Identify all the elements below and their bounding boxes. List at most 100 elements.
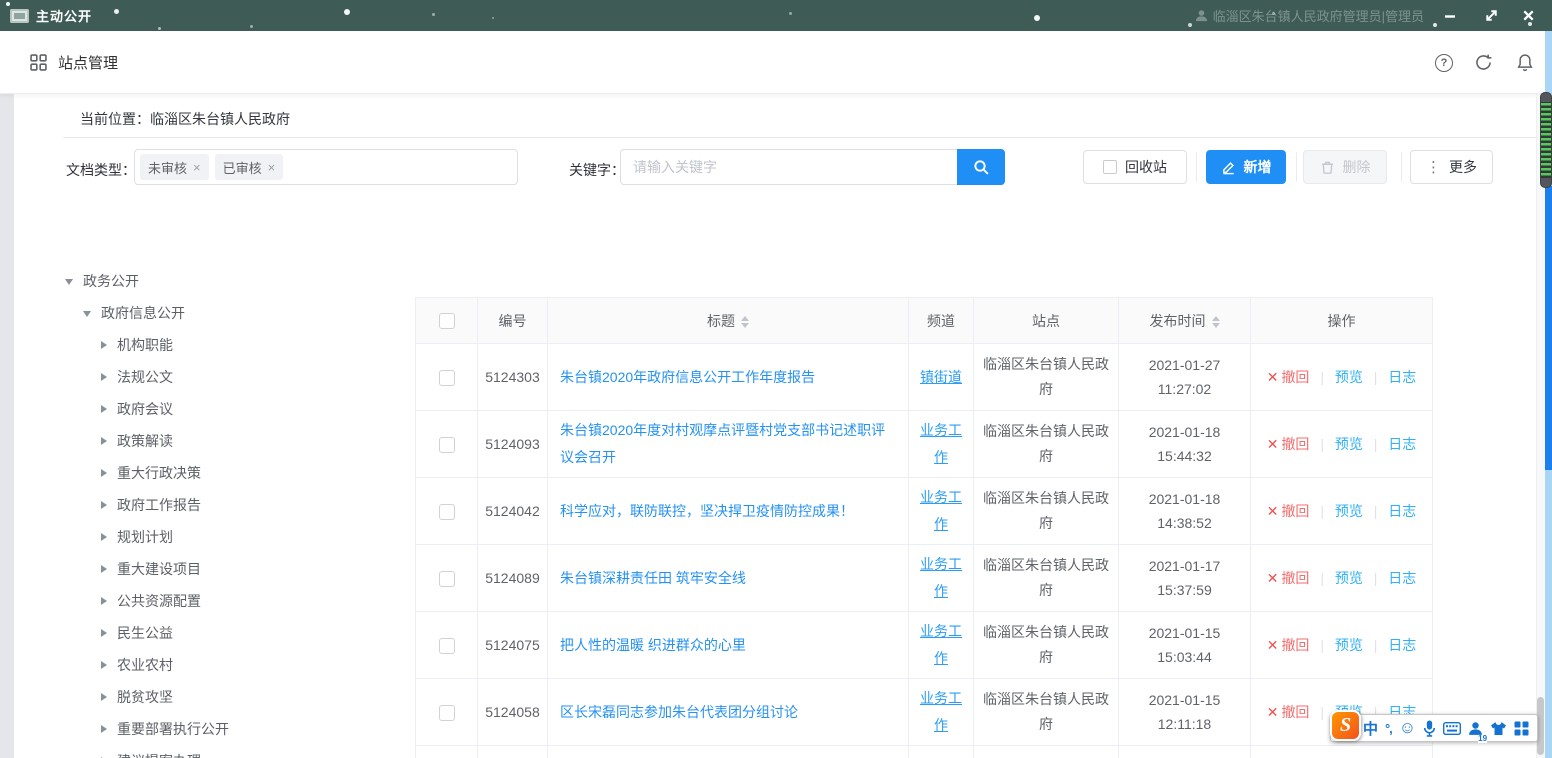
preview-action[interactable]: 预览: [1335, 436, 1363, 452]
sogou-logo-icon[interactable]: S: [1330, 710, 1361, 741]
doc-title-link[interactable]: 朱台镇2020年政府信息公开工作年度报告: [560, 369, 815, 385]
revoke-action[interactable]: ✕撤回: [1267, 570, 1310, 586]
channel-link[interactable]: 业务工作: [920, 690, 962, 733]
chinese-mode-icon[interactable]: 中: [1363, 715, 1378, 741]
keyword-input[interactable]: [620, 149, 958, 185]
skin-icon[interactable]: [1490, 715, 1507, 741]
tree-item[interactable]: 政府信息公开: [63, 297, 408, 329]
tree-expand-icon[interactable]: [83, 311, 91, 317]
doc-title-link[interactable]: 把人性的温暖 织进群众的心里: [560, 637, 746, 653]
preview-action[interactable]: 预览: [1335, 570, 1363, 586]
sort-icon[interactable]: [741, 316, 749, 328]
tree-expand-icon[interactable]: [101, 565, 107, 573]
revoke-action[interactable]: ✕撤回: [1267, 637, 1310, 653]
tree-expand-icon[interactable]: [101, 693, 107, 701]
refresh-button[interactable]: [1466, 31, 1500, 94]
log-action[interactable]: 日志: [1388, 369, 1416, 385]
close-button[interactable]: [1511, 0, 1545, 31]
toolbox-icon[interactable]: [1514, 715, 1529, 741]
notifications-button[interactable]: [1508, 31, 1542, 94]
tree-item[interactable]: 重大建设项目: [63, 553, 408, 585]
tree-item[interactable]: 民生公益: [63, 617, 408, 649]
row-checkbox[interactable]: [439, 370, 455, 386]
tree-expand-icon[interactable]: [101, 405, 107, 413]
nav-site-management[interactable]: 站点管理: [30, 31, 118, 94]
emoji-icon[interactable]: ☺: [1399, 715, 1416, 741]
tree-expand-icon[interactable]: [101, 725, 107, 733]
tree-expand-icon[interactable]: [101, 597, 107, 605]
add-button[interactable]: 新增: [1206, 150, 1286, 184]
punctuation-icon[interactable]: °,: [1385, 715, 1392, 741]
row-checkbox[interactable]: [439, 571, 455, 587]
revoke-action[interactable]: ✕撤回: [1267, 369, 1310, 385]
tree-item-label: 农业农村: [117, 655, 173, 675]
preview-action[interactable]: 预览: [1335, 637, 1363, 653]
doc-title-link[interactable]: 科学应对，联防联控，坚决捍卫疫情防控成果！: [560, 503, 854, 519]
doc-title-link[interactable]: 区长宋磊同志参加朱台代表团分组讨论: [560, 704, 798, 720]
microphone-icon[interactable]: [1423, 715, 1436, 741]
tree-expand-icon[interactable]: [101, 469, 107, 477]
tree-expand-icon[interactable]: [101, 373, 107, 381]
channel-link[interactable]: 镇街道: [920, 369, 962, 385]
tree-item[interactable]: 建议提案办理: [63, 745, 408, 758]
delete-button[interactable]: 删除: [1303, 150, 1387, 184]
tree-item[interactable]: 政策解读: [63, 425, 408, 457]
log-action[interactable]: 日志: [1388, 637, 1416, 653]
help-button[interactable]: ?: [1427, 31, 1461, 94]
tree-expand-icon[interactable]: [101, 533, 107, 541]
revoke-action[interactable]: ✕撤回: [1267, 704, 1310, 720]
preview-action[interactable]: 预览: [1335, 369, 1363, 385]
account-icon[interactable]: 19: [1468, 715, 1483, 741]
col-header-time[interactable]: 发布时间: [1119, 298, 1251, 344]
revoke-action[interactable]: ✕撤回: [1267, 436, 1310, 452]
tree-item[interactable]: 政务公开: [63, 265, 408, 297]
tree-item[interactable]: 公共资源配置: [63, 585, 408, 617]
more-button[interactable]: ⋮ 更多: [1410, 150, 1493, 184]
channel-link[interactable]: 业务工作: [920, 422, 962, 465]
recycle-bin-checkbox[interactable]: [1103, 160, 1117, 174]
select-all-checkbox[interactable]: [439, 313, 455, 329]
tree-item[interactable]: 政府工作报告: [63, 489, 408, 521]
page-scrollbar-thumb[interactable]: [1537, 697, 1544, 755]
maximize-button[interactable]: [1474, 0, 1508, 31]
doc-type-multiselect[interactable]: 未审核× 已审核×: [134, 149, 518, 185]
channel-link[interactable]: 业务工作: [920, 489, 962, 532]
log-action[interactable]: 日志: [1388, 436, 1416, 452]
remove-tag-icon[interactable]: ×: [268, 160, 276, 175]
row-checkbox[interactable]: [439, 638, 455, 654]
tree-expand-icon[interactable]: [101, 437, 107, 445]
log-action[interactable]: 日志: [1388, 503, 1416, 519]
search-button[interactable]: [957, 149, 1005, 185]
tree-item[interactable]: 重大行政决策: [63, 457, 408, 489]
doc-title-link[interactable]: 朱台镇深耕责任田 筑牢安全线: [560, 570, 746, 586]
row-checkbox[interactable]: [439, 504, 455, 520]
minimize-button[interactable]: [1433, 0, 1467, 31]
channel-link[interactable]: 业务工作: [920, 556, 962, 599]
channel-link[interactable]: 业务工作: [920, 623, 962, 666]
row-checkbox[interactable]: [439, 705, 455, 721]
preview-action[interactable]: 预览: [1335, 503, 1363, 519]
revoke-action[interactable]: ✕撤回: [1267, 503, 1310, 519]
tree-expand-icon[interactable]: [101, 661, 107, 669]
tree-item[interactable]: 政府会议: [63, 393, 408, 425]
tree-item[interactable]: 脱贫攻坚: [63, 681, 408, 713]
window-scrollbar-thumb[interactable]: [1540, 92, 1552, 188]
tree-expand-icon[interactable]: [101, 501, 107, 509]
tree-expand-icon[interactable]: [101, 341, 107, 349]
recycle-bin-button[interactable]: 回收站: [1083, 150, 1187, 184]
page-scrollbar-track[interactable]: [1536, 94, 1545, 758]
keyboard-icon[interactable]: [1443, 715, 1461, 741]
log-action[interactable]: 日志: [1388, 570, 1416, 586]
sort-icon[interactable]: [1212, 316, 1220, 328]
row-checkbox[interactable]: [439, 437, 455, 453]
tree-item[interactable]: 法规公文: [63, 361, 408, 393]
doc-title-link[interactable]: 朱台镇2020年度对村观摩点评暨村党支部书记述职评议会召开: [560, 422, 885, 465]
remove-tag-icon[interactable]: ×: [193, 160, 201, 175]
tree-item[interactable]: 农业农村: [63, 649, 408, 681]
tree-item[interactable]: 规划计划: [63, 521, 408, 553]
col-header-title[interactable]: 标题: [548, 298, 909, 344]
tree-expand-icon[interactable]: [101, 629, 107, 637]
tree-item[interactable]: 机构职能: [63, 329, 408, 361]
tree-expand-icon[interactable]: [65, 279, 73, 285]
tree-item[interactable]: 重要部署执行公开: [63, 713, 408, 745]
